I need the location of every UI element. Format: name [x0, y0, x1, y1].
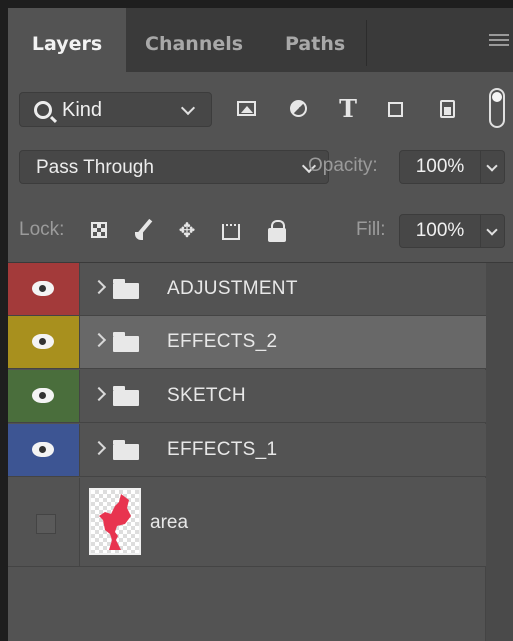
lock-artboard-icon[interactable]	[219, 216, 243, 244]
blend-row: Pass Through Opacity: 100%	[8, 136, 513, 192]
lock-position-move-icon[interactable]: ✥	[175, 216, 199, 244]
layer-name: area	[150, 512, 189, 533]
opacity-input[interactable]: 100%	[399, 150, 481, 184]
folder-icon	[113, 440, 139, 460]
layer-row-area[interactable]: area	[8, 478, 486, 567]
eye-icon	[32, 334, 54, 349]
tab-divider	[366, 20, 367, 66]
shape-filter-icon[interactable]	[382, 92, 412, 127]
eye-icon	[32, 442, 54, 457]
blend-mode-value: Pass Through	[36, 157, 154, 178]
visibility-toggle[interactable]	[8, 316, 80, 368]
thumbnail-silhouette	[99, 494, 131, 550]
layer-name: EFFECTS_2	[167, 331, 278, 352]
chevron-down-icon	[486, 224, 498, 236]
visibility-toggle[interactable]	[8, 263, 80, 315]
layer-row-adjustment[interactable]: ADJUSTMENT	[8, 263, 486, 316]
visibility-toggle[interactable]	[8, 424, 80, 476]
panel-tab-bar: Layers Channels Paths	[8, 8, 513, 72]
lock-pixels-brush-icon[interactable]	[133, 216, 157, 244]
filter-row: Kind T	[8, 72, 513, 136]
layer-name: ADJUSTMENT	[167, 278, 298, 299]
eye-icon	[32, 388, 54, 403]
visibility-off-box	[36, 514, 56, 534]
tab-layers[interactable]: Layers	[8, 8, 126, 72]
lock-transparency-icon[interactable]	[89, 216, 113, 244]
visibility-toggle[interactable]	[8, 478, 80, 566]
layer-name: EFFECTS_1	[167, 439, 278, 460]
opacity-dropdown-button[interactable]	[481, 150, 505, 184]
layer-thumbnail	[89, 488, 141, 555]
fill-dropdown-button[interactable]	[481, 214, 505, 248]
layer-name: SKETCH	[167, 385, 246, 406]
fill-input[interactable]: 100%	[399, 214, 481, 248]
folder-icon	[113, 386, 139, 406]
lock-all-icon[interactable]	[266, 216, 290, 244]
chevron-right-icon[interactable]	[91, 440, 107, 456]
lock-label: Lock:	[19, 219, 65, 240]
chevron-down-icon	[180, 100, 196, 116]
chevron-right-icon[interactable]	[91, 386, 107, 402]
folder-icon	[113, 279, 139, 299]
filter-kind-select[interactable]: Kind	[19, 92, 212, 127]
tab-channels[interactable]: Channels	[145, 8, 243, 72]
layer-row-sketch[interactable]: SKETCH	[8, 370, 486, 423]
panel-menu-icon[interactable]	[489, 34, 509, 50]
layers-list: ADJUSTMENT EFFECTS_2 SKETCH EFFECTS_1 ar…	[8, 262, 513, 641]
layer-row-effects-2[interactable]: EFFECTS_2	[8, 316, 486, 369]
eye-icon	[32, 281, 54, 296]
blend-mode-select[interactable]: Pass Through	[19, 150, 329, 184]
visibility-toggle[interactable]	[8, 370, 80, 422]
lock-row: Lock: ✥ Fill: 100%	[8, 198, 513, 260]
fill-label: Fill:	[356, 219, 386, 240]
opacity-label: Opacity:	[308, 155, 378, 176]
chevron-down-icon	[486, 160, 498, 172]
smart-object-filter-icon[interactable]	[433, 92, 463, 127]
type-filter-icon[interactable]: T	[333, 92, 363, 127]
filter-toggle-switch[interactable]	[489, 88, 505, 128]
layers-panel: Layers Channels Paths Kind T Pass Throug…	[8, 8, 513, 641]
layer-row-effects-1[interactable]: EFFECTS_1	[8, 424, 486, 477]
chevron-right-icon[interactable]	[91, 279, 107, 295]
scrollbar[interactable]	[485, 263, 513, 641]
filter-kind-label: Kind	[62, 99, 103, 121]
chevron-right-icon[interactable]	[91, 332, 107, 348]
image-filter-icon[interactable]	[233, 92, 263, 127]
tab-paths[interactable]: Paths	[285, 8, 345, 72]
folder-icon	[113, 332, 139, 352]
adjustment-filter-icon[interactable]	[285, 92, 315, 127]
search-icon	[34, 101, 52, 119]
